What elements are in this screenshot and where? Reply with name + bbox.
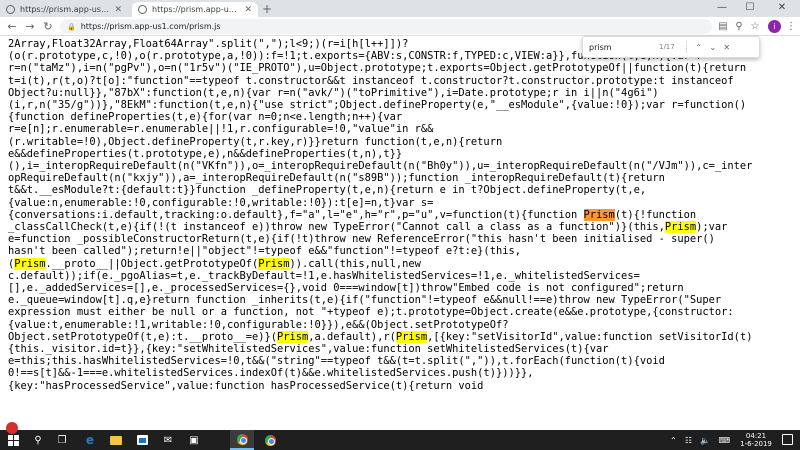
- maximize-button[interactable]: ☐: [740, 1, 760, 15]
- globe-icon: [6, 5, 15, 14]
- code-line: e._queue=window[t].q,e}return function _…: [8, 294, 722, 307]
- code-line: (),i=_interopRequireDefault(n("VKfn")),o…: [8, 160, 753, 173]
- find-match-count: 1/17: [659, 43, 675, 51]
- windows-taskbar: ⚲ ❐ e ✉ ▣ ⌃ ☷ 🔈 ⌨ 04:21 1-6-2019: [0, 430, 800, 450]
- edge-icon: e: [85, 433, 95, 447]
- clock-time: 04:21: [745, 432, 767, 440]
- taskbar-file-explorer[interactable]: [104, 430, 128, 450]
- tab-title: https://prism.app-us1.com/prism.js: [152, 5, 241, 14]
- code-line: (r.writable=!0),Object.defineProperty(t,…: [8, 135, 503, 148]
- close-tab-icon[interactable]: ✕: [244, 5, 252, 15]
- page-content: 2Array,Float32Array,Float64Array".split(…: [0, 36, 800, 430]
- code-line: Object.setPrototypeOf(t,e):t.__proto__=e…: [8, 330, 753, 343]
- search-match: Prism: [277, 330, 309, 343]
- close-tab-icon[interactable]: ✕: [114, 5, 122, 15]
- page-info-icon[interactable]: ▤: [716, 20, 730, 33]
- chrome-icon: [236, 433, 248, 445]
- globe-icon: [138, 5, 147, 14]
- clock-date: 1-6-2019: [740, 440, 772, 448]
- tab-strip: https://prism.app-us1.com/ ✕ https://pri…: [0, 0, 800, 17]
- tab-title: https://prism.app-us1.com/: [20, 5, 110, 14]
- code-line: (Prism.__proto__||Object.getPrototypeOf(…: [8, 257, 421, 270]
- code-line: {conversations:i.default,tracking:o.defa…: [8, 208, 697, 221]
- code-line: {value:t,enumerable:!1,writable:!0,confi…: [8, 318, 509, 331]
- folder-icon: [110, 435, 122, 445]
- profile-avatar[interactable]: i: [768, 20, 781, 33]
- code-line: {value:n,enumerable:!0,configurable:!0,w…: [8, 196, 434, 209]
- keyboard-icon[interactable]: ⌨: [718, 436, 730, 445]
- find-bar: 1/17 ⌃ ⌄ ✕: [582, 36, 760, 58]
- search-match: Prism: [14, 257, 46, 270]
- code-line: t&&t.__esModule?t:{default:t}}function _…: [8, 184, 647, 197]
- task-view-button[interactable]: ❐: [50, 430, 74, 450]
- volume-icon[interactable]: 🔈: [700, 436, 710, 445]
- chrome-icon: [264, 434, 276, 446]
- find-prev-button[interactable]: ⌃: [692, 43, 706, 52]
- code-line: expression must either be null or a func…: [8, 306, 734, 319]
- code-line: _classCallCheck(t,e){if(!(t instanceof e…: [8, 221, 728, 234]
- source-code: 2Array,Float32Array,Float64Array".split(…: [0, 36, 800, 392]
- code-line: r=e[n];r.enumerable=r.enumerable||!1,r.c…: [8, 123, 434, 136]
- bookmark-star-icon[interactable]: ☆: [748, 20, 762, 33]
- search-match: Prism: [395, 330, 428, 343]
- back-icon[interactable]: ←: [4, 19, 20, 34]
- code-line: (i,r,n("35/g"))},"8EkM":function(t,e,n){…: [8, 99, 747, 112]
- tab-prism-home[interactable]: https://prism.app-us1.com/ ✕: [0, 2, 128, 17]
- network-icon[interactable]: ☷: [685, 436, 692, 445]
- taskbar-clock[interactable]: 04:21 1-6-2019: [736, 432, 776, 448]
- app-icon: ▣: [189, 434, 199, 446]
- app-logo-icon: [6, 422, 18, 434]
- mail-icon: ✉: [163, 434, 173, 446]
- windows-logo-icon: [7, 434, 19, 446]
- menu-icon[interactable]: ⋮: [784, 20, 798, 33]
- code-line: e&&defineProperties(t.prototype,e),n&&de…: [8, 147, 403, 160]
- code-line: opRequireDefault(n("kxjy")),a=_interopRe…: [8, 172, 665, 185]
- new-tab-button[interactable]: +: [262, 2, 272, 16]
- minimize-button[interactable]: —: [712, 1, 732, 15]
- code-line: e=function _possibleConstructorReturn(t,…: [8, 233, 715, 246]
- code-line: {key:"hasProcessedService",value:functio…: [8, 379, 484, 392]
- address-bar[interactable]: 🔒 https://prism.app-us1.com/prism.js: [60, 19, 712, 34]
- code-line: Object?u:null}},"87bX":function(t,e,n){v…: [8, 86, 659, 99]
- find-next-button[interactable]: ⌄: [706, 43, 720, 52]
- code-line: {this._visitor.id=t}},{key:"setWhitelist…: [8, 343, 609, 356]
- find-divider: [685, 41, 687, 53]
- close-window-button[interactable]: ✕: [772, 1, 792, 15]
- find-close-button[interactable]: ✕: [720, 43, 734, 52]
- taskbar-edge[interactable]: e: [78, 430, 102, 450]
- search-match: Prism: [258, 257, 290, 270]
- taskbar-chrome-1[interactable]: [230, 430, 254, 450]
- code-line: hasn't been called");return!e||"object"!…: [8, 245, 521, 258]
- code-line: {function defineProperties(t,e){for(var …: [8, 111, 403, 124]
- lock-icon: 🔒: [67, 22, 76, 31]
- current-search-match: Prism: [583, 208, 615, 221]
- reload-icon[interactable]: ↻: [40, 19, 56, 34]
- code-line: 0!==s[t]&&-1===e.whitelistedServices.ind…: [8, 367, 534, 380]
- taskbar-mail[interactable]: ✉: [156, 430, 180, 450]
- taskbar-store[interactable]: [130, 430, 154, 450]
- store-icon: [136, 435, 148, 445]
- tab-prism-js[interactable]: https://prism.app-us1.com/prism.js ✕: [132, 2, 258, 17]
- search-match: Prism: [664, 221, 697, 234]
- taskbar-app[interactable]: ▣: [182, 430, 206, 450]
- browser-toolbar: ← → ↻ 🔒 https://prism.app-us1.com/prism.…: [0, 17, 800, 36]
- taskbar-chrome-2[interactable]: [258, 430, 282, 450]
- code-line: t=i(t),r(t,o)?t[o]:"function"==typeof t.…: [8, 74, 734, 87]
- code-line: [],e._addedServices=[],e._processedServi…: [8, 282, 684, 295]
- url-text[interactable]: https://prism.app-us1.com/prism.js: [81, 22, 221, 31]
- tray-expand-icon[interactable]: ⌃: [670, 436, 677, 445]
- forward-icon[interactable]: →: [22, 19, 38, 34]
- find-input[interactable]: [589, 40, 655, 54]
- taskbar-search-button[interactable]: ⚲: [26, 430, 50, 450]
- system-tray: ⌃ ☷ 🔈 ⌨: [670, 430, 730, 450]
- action-center-icon[interactable]: [782, 434, 793, 445]
- code-line: e=this;this.hasWhitelistedServices=!0,t&…: [8, 355, 665, 368]
- code-line: r=n("taMz"),i=n("pgPv"),o=n("1r5v")("IE_…: [8, 62, 747, 75]
- search-icon[interactable]: ⚲: [732, 20, 746, 33]
- code-line: c.default));if(e._pgoAlias=t,e._trackByD…: [8, 269, 640, 282]
